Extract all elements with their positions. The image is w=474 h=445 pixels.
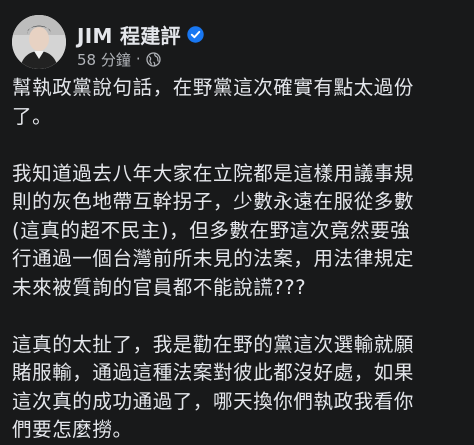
author-row: JIM 程建評 [77, 20, 204, 49]
paragraph-1: 幫執政黨說句話，在野黨這次確實有點太過份 了。 [12, 74, 468, 131]
text-line: 賭服輸，通過這種法案對彼此都沒好處，如果 [12, 361, 415, 384]
paragraph-3: 這真的太扯了，我是勸在野的黨這次選輸就願 賭服輸，通過這種法案對彼此都沒好處，如… [12, 331, 468, 445]
text-line: 這真的太扯了，我是勸在野的黨這次選輸就願 [12, 332, 415, 356]
text-line: 行通過一個台灣前所未見的法案，用法律規定 [12, 247, 415, 270]
author-avatar[interactable] [12, 15, 66, 69]
timestamp-row: 58 分鐘 · [77, 49, 204, 69]
verified-badge-icon [187, 25, 204, 43]
text-line: 我知道過去八年大家在立院都是這樣用議事規 [12, 161, 415, 185]
avatar-photo [12, 15, 66, 69]
facebook-post: JIM 程建評 58 分鐘 · 幫執政黨說句話，在野黨這次確實有點太過份 了。 … [0, 0, 474, 441]
text-line: (這真的超不民主)，但多數在野這次竟然要強 [12, 218, 411, 242]
text-line: 了。 [12, 104, 53, 128]
post-timestamp[interactable]: 58 分鐘 [77, 49, 131, 70]
post-body: 幫執政黨說句話，在野黨這次確實有點太過份 了。 我知道過去八年大家在立院都是這樣… [12, 74, 468, 445]
separator-dot: · [135, 50, 141, 68]
text-line: 們要怎麼撈。 [12, 418, 133, 441]
post-header: JIM 程建評 58 分鐘 · [12, 15, 204, 71]
paragraph-2: 我知道過去八年大家在立院都是這樣用議事規 則的灰色地帶互幹拐子，少數永遠在服從多… [12, 160, 468, 303]
text-line: 這次真的成功通過了，哪天換你們執政我看你 [12, 389, 415, 413]
globe-icon[interactable] [145, 51, 161, 67]
author-name[interactable]: JIM 程建評 [77, 20, 181, 49]
text-line: 則的灰色地帶互幹拐子，少數永遠在服從多數 [12, 190, 415, 213]
post-meta: JIM 程建評 58 分鐘 · [77, 21, 204, 69]
text-line: 未來被質詢的官員都不能說謊??? [12, 275, 307, 299]
text-line: 幫執政黨說句話，在野黨這次確實有點太過份 [12, 76, 415, 99]
